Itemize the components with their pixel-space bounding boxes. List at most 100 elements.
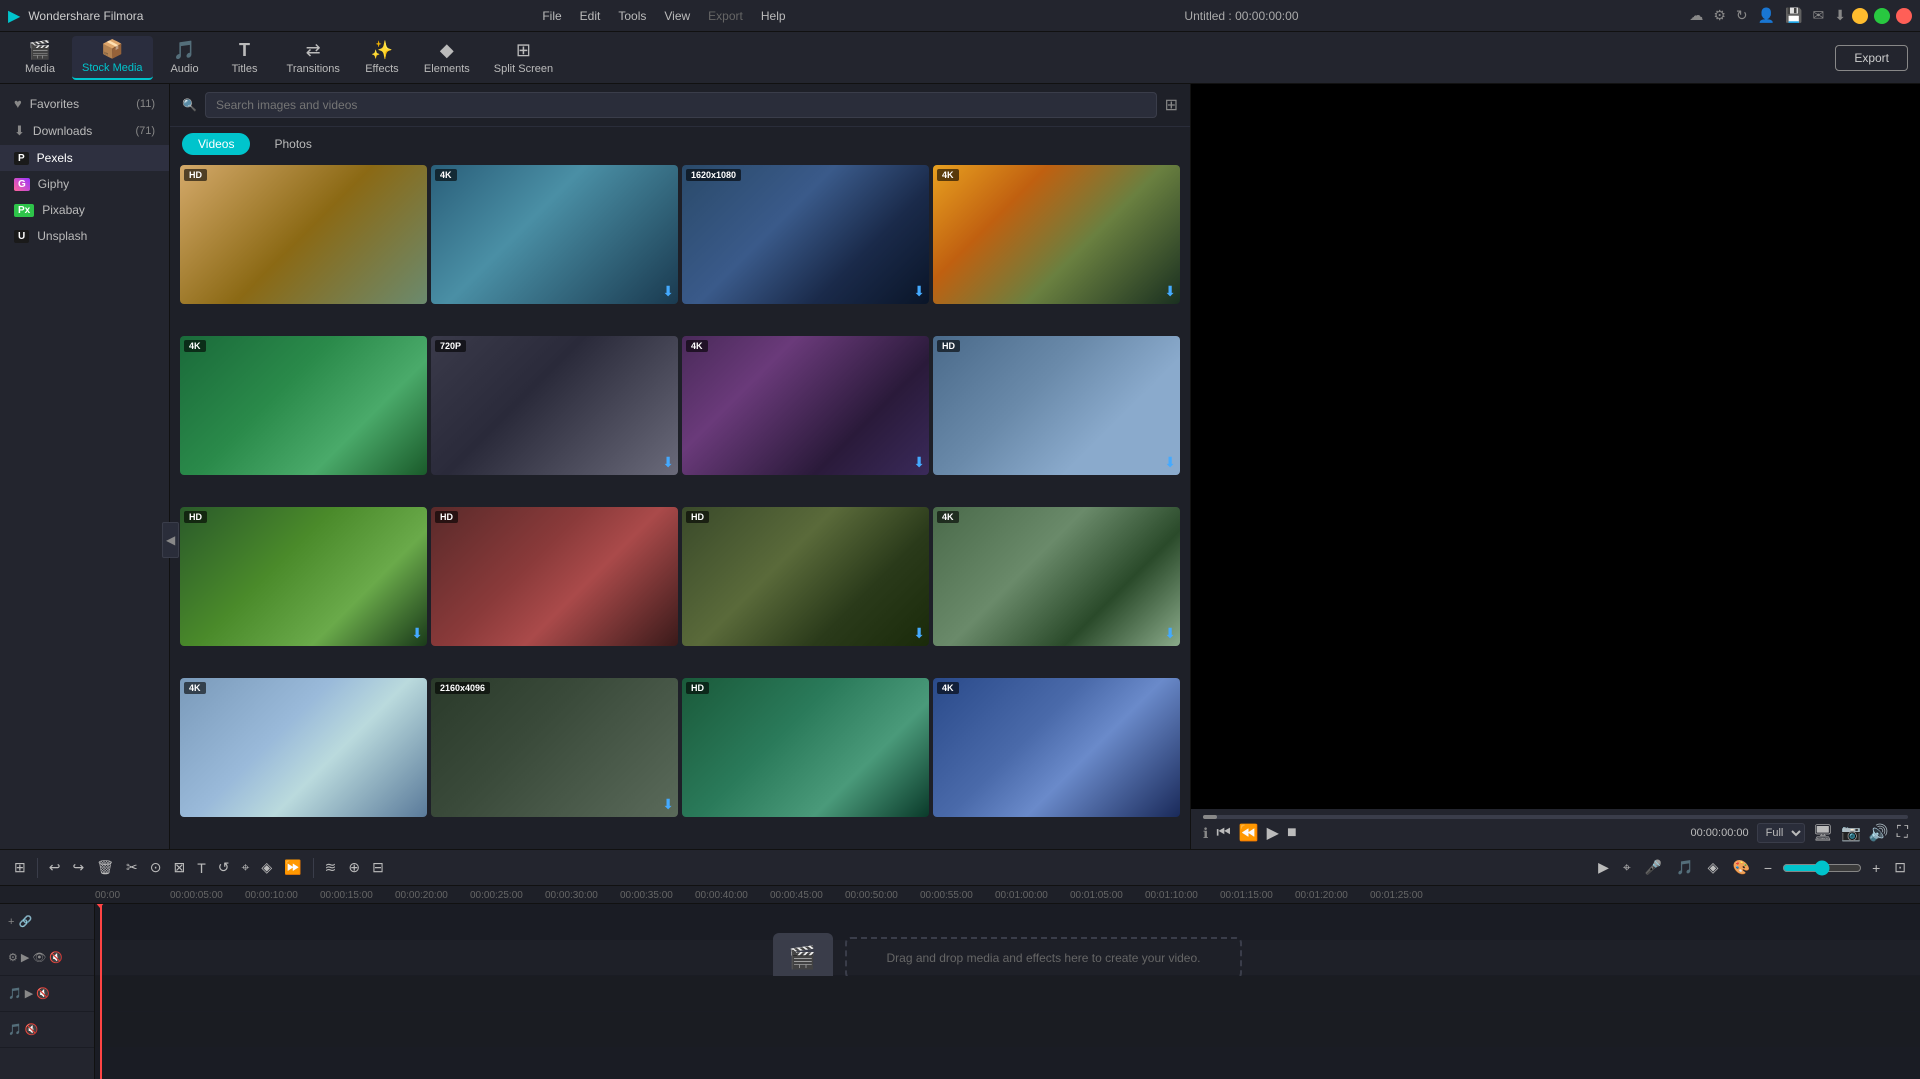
cloud-icon[interactable]: ☁ bbox=[1689, 7, 1703, 24]
track-a2-music-icon[interactable]: 🎵 bbox=[8, 1023, 22, 1036]
tl-crop-btn[interactable]: ⊠ bbox=[169, 857, 189, 878]
win-close-btn[interactable] bbox=[1896, 8, 1912, 24]
tl-snap-btn[interactable]: ⊞ bbox=[10, 857, 30, 878]
video-thumb-14[interactable]: 2160x4096 ⬇ bbox=[431, 678, 678, 817]
video-thumb-5[interactable]: 4K bbox=[180, 336, 427, 475]
tl-split-btn[interactable]: ⊟ bbox=[368, 857, 388, 878]
elements-btn[interactable]: ◆ Elements bbox=[414, 36, 480, 80]
video-thumb-15[interactable]: HD bbox=[682, 678, 929, 817]
photos-tab[interactable]: Photos bbox=[258, 133, 327, 155]
update-icon[interactable]: ↻ bbox=[1736, 7, 1748, 24]
track-v1-mute-icon[interactable]: 🔇 bbox=[49, 951, 63, 964]
download-icon[interactable]: ⬇ bbox=[1834, 7, 1846, 24]
sidebar-item-giphy[interactable]: G Giphy bbox=[0, 171, 169, 197]
tl-repeat-btn[interactable]: ↺ bbox=[214, 857, 234, 878]
video-thumb-3[interactable]: 1620x1080 ⬇ bbox=[682, 165, 929, 304]
play-btn[interactable]: ▶ bbox=[1267, 823, 1279, 843]
export-button[interactable]: Export bbox=[1835, 45, 1908, 71]
fullscreen-btn[interactable]: ⛶ bbox=[1897, 824, 1908, 842]
win-max-btn[interactable] bbox=[1874, 8, 1890, 24]
track-v1-eye-icon[interactable]: 👁 bbox=[32, 951, 46, 964]
zoom-slider[interactable] bbox=[1782, 860, 1862, 876]
video-thumb-12[interactable]: 4K ⬇ bbox=[933, 507, 1180, 646]
tl-text-btn[interactable]: T bbox=[193, 858, 210, 878]
step-back-btn[interactable]: ⏪ bbox=[1239, 823, 1259, 843]
track-a1-play-icon[interactable]: ▶ bbox=[25, 987, 33, 1000]
tl-voice-btn[interactable]: 🎤 bbox=[1641, 857, 1666, 878]
track-a1-music-icon[interactable]: 🎵 bbox=[8, 987, 22, 1000]
menu-export[interactable]: Export bbox=[700, 7, 751, 25]
screen-icon[interactable]: 🖥 bbox=[1813, 823, 1833, 843]
tl-audio-btn[interactable]: ≋ bbox=[321, 857, 341, 878]
tl-effects-btn[interactable]: ◈ bbox=[257, 857, 276, 878]
tl-speed-btn[interactable]: ⏩ bbox=[280, 857, 305, 878]
video-thumb-13[interactable]: 4K bbox=[180, 678, 427, 817]
video-thumb-11[interactable]: HD ⬇ bbox=[682, 507, 929, 646]
account-icon[interactable]: 👤 bbox=[1758, 7, 1775, 24]
tl-copy-btn[interactable]: ⊙ bbox=[146, 857, 166, 878]
grid-view-icon[interactable]: ⊞ bbox=[1165, 95, 1178, 115]
titles-btn[interactable]: T Titles bbox=[217, 36, 273, 80]
menu-edit[interactable]: Edit bbox=[572, 7, 609, 25]
split-screen-btn[interactable]: ⊞ Split Screen bbox=[484, 36, 563, 80]
tl-fx-btn[interactable]: ◈ bbox=[1704, 857, 1723, 878]
video-thumb-7[interactable]: 4K ⬇ bbox=[682, 336, 929, 475]
tl-zoom-in-btn[interactable]: + bbox=[1868, 858, 1884, 878]
menu-view[interactable]: View bbox=[656, 7, 698, 25]
tl-fit-btn[interactable]: ⊡ bbox=[1890, 857, 1910, 878]
mail-icon[interactable]: ✉ bbox=[1813, 7, 1825, 24]
transitions-btn[interactable]: ⇄ Transitions bbox=[277, 36, 350, 80]
tl-mark-in-btn[interactable]: ⌖ bbox=[1619, 857, 1635, 878]
effects-btn[interactable]: ✨ Effects bbox=[354, 36, 410, 80]
menu-tools[interactable]: Tools bbox=[610, 7, 654, 25]
tl-clip-btn[interactable]: ⌖ bbox=[237, 857, 253, 878]
info-icon[interactable]: ℹ bbox=[1203, 825, 1208, 842]
video-thumb-8[interactable]: HD ⬇ bbox=[933, 336, 1180, 475]
media-btn[interactable]: 🎬 Media bbox=[12, 36, 68, 80]
menu-file[interactable]: File bbox=[534, 7, 569, 25]
win-min-btn[interactable] bbox=[1852, 8, 1868, 24]
tl-delete-btn[interactable]: 🗑 bbox=[92, 857, 118, 878]
video-thumb-16[interactable]: 4K bbox=[933, 678, 1180, 817]
stop-btn[interactable]: ■ bbox=[1287, 824, 1297, 842]
video-thumb-6[interactable]: 720P ⬇ bbox=[431, 336, 678, 475]
tl-more-btn[interactable]: ⊕ bbox=[344, 857, 364, 878]
menu-help[interactable]: Help bbox=[753, 7, 794, 25]
sidebar-item-pexels[interactable]: P Pexels bbox=[0, 145, 169, 171]
video-thumb-2[interactable]: 4K ⬇ bbox=[431, 165, 678, 304]
audio-btn[interactable]: 🎵 Audio bbox=[157, 36, 213, 80]
tl-redo-btn[interactable]: ↪ bbox=[68, 857, 88, 878]
sidebar-item-downloads[interactable]: ⬇ Downloads (71) bbox=[0, 117, 169, 145]
progress-bar[interactable] bbox=[1203, 815, 1908, 819]
tl-play-all-btn[interactable]: ▶ bbox=[1594, 857, 1613, 878]
video-thumb-4[interactable]: 4K ⬇ bbox=[933, 165, 1180, 304]
video-thumb-10[interactable]: HD bbox=[431, 507, 678, 646]
add-track-icon[interactable]: + bbox=[8, 916, 14, 928]
time-marker-6: 00:00:30:00 bbox=[545, 890, 620, 901]
track-a1-mute-icon[interactable]: 🔇 bbox=[36, 987, 50, 1000]
track-v1-settings-icon[interactable]: ⚙ bbox=[8, 951, 18, 964]
tl-music-btn[interactable]: 🎵 bbox=[1672, 857, 1697, 878]
videos-tab[interactable]: Videos bbox=[182, 133, 250, 155]
video-thumb-9[interactable]: HD ⬇ bbox=[180, 507, 427, 646]
prev-frame-btn[interactable]: ⏮ bbox=[1216, 824, 1230, 842]
sidebar-item-pixabay[interactable]: Px Pixabay bbox=[0, 197, 169, 223]
sidebar-item-unsplash[interactable]: U Unsplash bbox=[0, 223, 169, 249]
sidebar-item-favorites[interactable]: ♥ Favorites (11) bbox=[0, 90, 169, 117]
link-icon[interactable]: 🔗 bbox=[18, 915, 32, 928]
quality-select[interactable]: Full 1/2 1/4 bbox=[1757, 823, 1805, 843]
tl-cut-btn[interactable]: ✂ bbox=[122, 857, 142, 878]
panel-collapse-btn[interactable]: ◀ bbox=[162, 522, 179, 558]
search-input[interactable] bbox=[205, 92, 1157, 118]
save-icon[interactable]: 💾 bbox=[1785, 7, 1802, 24]
settings-icon[interactable]: ⚙ bbox=[1713, 7, 1726, 24]
video-thumb-1[interactable]: HD bbox=[180, 165, 427, 304]
tl-undo-btn[interactable]: ↩ bbox=[45, 857, 65, 878]
stock-media-btn[interactable]: 📦 Stock Media bbox=[72, 36, 153, 80]
snapshot-btn[interactable]: 📷 bbox=[1841, 823, 1861, 843]
tl-color-btn[interactable]: 🎨 bbox=[1728, 857, 1753, 878]
tl-zoom-out-btn[interactable]: − bbox=[1760, 858, 1776, 878]
track-a2-mute-icon[interactable]: 🔇 bbox=[25, 1023, 39, 1036]
track-v1-lock-icon[interactable]: ▶ bbox=[21, 951, 29, 964]
vol-btn[interactable]: 🔊 bbox=[1869, 823, 1889, 843]
